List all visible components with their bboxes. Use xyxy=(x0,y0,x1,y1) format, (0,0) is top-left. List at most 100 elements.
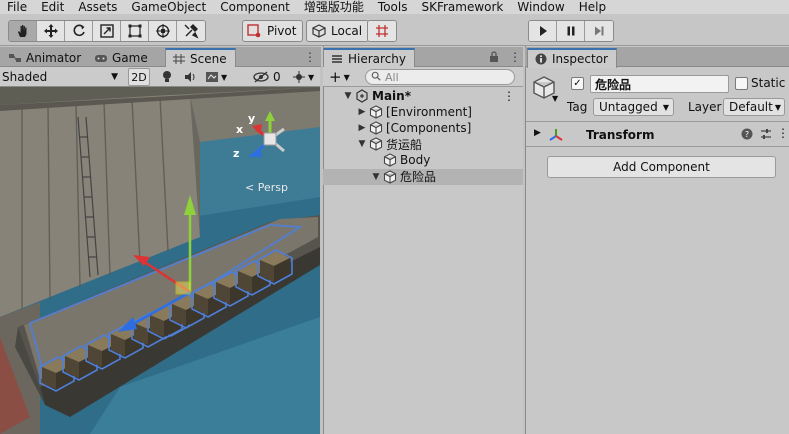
chevron-down-icon: ▼ xyxy=(774,102,781,112)
hierarchy-toolbar: + ▼ All xyxy=(323,67,523,87)
gameobject-cube-icon[interactable]: ▼ xyxy=(530,74,559,103)
tag-dropdown[interactable]: Untagged ▼ xyxy=(593,98,674,116)
snap-group xyxy=(367,20,397,42)
local-label: Local xyxy=(331,24,363,38)
custom-tool-icon[interactable] xyxy=(177,21,205,41)
lighting-toggle-icon[interactable] xyxy=(157,69,177,85)
chevron-right-icon: ▶ xyxy=(534,128,541,138)
static-checkbox[interactable] xyxy=(735,77,748,90)
scene-viewport[interactable]: y x z < Persp xyxy=(0,87,320,434)
transform-tools-group xyxy=(8,20,206,42)
list-icon xyxy=(330,53,344,65)
step-icon[interactable] xyxy=(585,21,613,41)
chevron-down-icon: ▼ xyxy=(343,72,350,82)
menu-item[interactable]: Window xyxy=(510,0,571,14)
info-icon xyxy=(534,53,548,65)
layer-label: Layer xyxy=(688,100,722,114)
scene-panel-tabstrip: Animator Game Scene ⋮ xyxy=(0,47,321,68)
hierarchy-search-field[interactable]: All xyxy=(365,69,515,85)
active-checkbox[interactable]: ✓ xyxy=(571,77,584,90)
scale-tool-icon[interactable] xyxy=(93,21,121,41)
axis-z-label: z xyxy=(233,147,240,160)
chevron-down-icon: ▼ xyxy=(221,72,228,82)
axis-y-label: y xyxy=(248,112,256,125)
scene-menu-icon[interactable]: ⋮ xyxy=(503,89,515,103)
scene-panel-menu-icon[interactable]: ⋮ xyxy=(304,51,316,63)
transform-tool-icon[interactable] xyxy=(149,21,177,41)
rect-tool-icon[interactable] xyxy=(121,21,149,41)
grid-snap-icon[interactable] xyxy=(368,21,396,41)
component-menu-icon[interactable]: ⋮ xyxy=(777,126,789,140)
mode-2d-label: 2D xyxy=(131,70,147,84)
hidden-objects-toggle[interactable]: 0 xyxy=(252,69,286,85)
menu-item[interactable]: Edit xyxy=(34,0,71,14)
hierarchy-row-label: [Environment] xyxy=(386,105,472,120)
menu-item[interactable]: Component xyxy=(213,0,297,14)
shading-mode-label: Shaded xyxy=(2,70,48,84)
tab-inspector-label: Inspector xyxy=(552,52,608,66)
hierarchy-row-label: 危险品 xyxy=(400,170,437,184)
hierarchy-menu-icon[interactable]: ⋮ xyxy=(509,51,521,63)
persp-label[interactable]: < Persp xyxy=(245,181,288,194)
scene-render xyxy=(0,87,320,434)
hand-tool-icon[interactable] xyxy=(9,21,37,41)
rotate-tool-icon[interactable] xyxy=(65,21,93,41)
hierarchy-row[interactable]: Body xyxy=(323,152,523,168)
local-cube-icon xyxy=(311,24,327,38)
menu-item[interactable]: File xyxy=(0,0,34,14)
chevron-right-icon[interactable]: ▶ xyxy=(357,107,367,117)
chevron-down-icon: ▼ xyxy=(308,72,315,82)
audio-toggle-icon[interactable] xyxy=(180,69,200,85)
menu-item[interactable]: 增强版功能 xyxy=(297,0,371,14)
lock-icon[interactable] xyxy=(489,51,499,66)
hierarchy-row[interactable]: ▼ 危险品 xyxy=(323,168,523,185)
object-name-field[interactable]: 危险品 xyxy=(590,75,729,93)
gameobject-cube-icon xyxy=(369,121,383,135)
menu-item[interactable]: Assets xyxy=(71,0,124,14)
tab-scene-label: Scene xyxy=(190,52,227,66)
tab-inspector[interactable]: Inspector xyxy=(527,48,617,68)
tab-animator[interactable]: Animator xyxy=(2,49,89,67)
tab-hierarchy-label: Hierarchy xyxy=(348,52,407,66)
menu-item[interactable]: Tools xyxy=(371,0,415,14)
add-component-button[interactable]: Add Component xyxy=(547,156,776,178)
layer-dropdown[interactable]: Default ▼ xyxy=(723,98,785,116)
chevron-down-icon: ▼ xyxy=(662,102,669,112)
tab-scene[interactable]: Scene xyxy=(165,48,236,68)
hierarchy-row[interactable]: ▶ [Environment] xyxy=(323,104,523,120)
play-icon[interactable] xyxy=(529,21,557,41)
chevron-down-icon: ▼ xyxy=(552,94,559,103)
create-button[interactable]: + ▼ xyxy=(329,68,355,86)
local-toggle[interactable]: Local xyxy=(306,20,370,42)
pause-icon[interactable] xyxy=(557,21,585,41)
menu-item[interactable]: SKFramework xyxy=(414,0,510,14)
mode-2d-toggle[interactable]: 2D xyxy=(128,68,150,86)
pivot-toggle[interactable]: Pivot xyxy=(242,20,304,42)
presets-icon[interactable] xyxy=(760,128,772,143)
chevron-down-icon[interactable]: ▼ xyxy=(371,172,381,182)
static-label: Static xyxy=(751,76,786,90)
move-tool-icon[interactable] xyxy=(37,21,65,41)
scene-gizmos-icon[interactable]: ▼ xyxy=(292,69,318,85)
inspector-divider-2 xyxy=(526,146,789,147)
menu-item[interactable]: Help xyxy=(572,0,613,14)
transform-component-header[interactable]: ▶ Transform ? ⋮ xyxy=(526,125,789,145)
hierarchy-row[interactable]: ▶ [Components] xyxy=(323,120,523,136)
hierarchy-row[interactable]: ▼ 货运船 xyxy=(323,136,523,152)
transform-label: Transform xyxy=(586,128,655,142)
hierarchy-row[interactable]: ▼ Main* ⋮ xyxy=(323,88,523,104)
hidden-count: 0 xyxy=(273,70,281,84)
plus-icon: + xyxy=(329,68,342,86)
shading-mode-dropdown[interactable]: Shaded ▼ xyxy=(2,68,120,86)
help-icon[interactable]: ? xyxy=(741,128,753,143)
chevron-down-icon[interactable]: ▼ xyxy=(343,91,353,101)
tag-label: Tag xyxy=(567,100,588,114)
transform-axes-icon xyxy=(548,127,564,146)
menu-item[interactable]: GameObject xyxy=(124,0,213,14)
tab-game[interactable]: Game xyxy=(88,49,156,67)
effects-toggle-icon[interactable]: ▼ xyxy=(205,69,235,85)
pivot-icon xyxy=(247,24,263,38)
chevron-right-icon[interactable]: ▶ xyxy=(357,123,367,133)
tab-hierarchy[interactable]: Hierarchy xyxy=(323,48,416,68)
chevron-down-icon[interactable]: ▼ xyxy=(357,139,367,149)
